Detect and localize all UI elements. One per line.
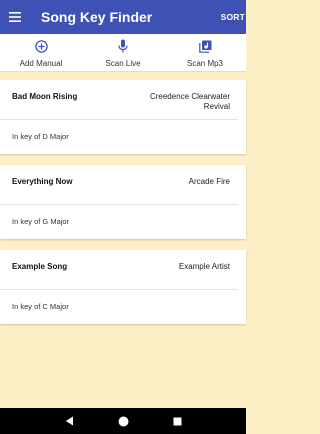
song-artist: Example Artist	[178, 262, 230, 271]
scan-live-label: Scan Live	[105, 59, 141, 68]
song-card[interactable]: Bad Moon Rising Creedence Clearwater Rev…	[0, 80, 246, 154]
song-card-header: Everything Now Arcade Fire	[0, 165, 238, 205]
home-icon[interactable]	[113, 411, 133, 431]
add-circle-icon	[34, 38, 48, 54]
song-title: Bad Moon Rising	[12, 92, 78, 101]
song-card-header: Bad Moon Rising Creedence Clearwater Rev…	[0, 80, 238, 120]
song-artist: Arcade Fire	[188, 177, 230, 186]
scan-live-button[interactable]: Scan Live	[82, 34, 164, 71]
scan-mp3-button[interactable]: Scan Mp3	[164, 34, 246, 71]
song-key: In key of C Major	[12, 302, 69, 311]
app-title: Song Key Finder	[41, 9, 153, 25]
song-card[interactable]: Everything Now Arcade Fire In key of G M…	[0, 165, 246, 239]
song-artist: Creedence Clearwater Revival	[149, 92, 230, 111]
song-title: Everything Now	[12, 177, 73, 186]
scan-mp3-label: Scan Mp3	[186, 59, 224, 68]
song-card[interactable]: Example Song Example Artist In key of C …	[0, 250, 246, 324]
system-nav-bar	[0, 408, 246, 434]
sort-button[interactable]: SORT	[221, 12, 245, 22]
song-card-header: Example Song Example Artist	[0, 250, 238, 290]
action-toolbar: Add Manual Scan Live Scan Mp3	[0, 34, 246, 72]
back-icon[interactable]	[59, 411, 79, 431]
microphone-icon	[118, 38, 128, 54]
add-manual-label: Add Manual	[19, 59, 63, 68]
song-key: In key of G Major	[12, 217, 70, 226]
song-title: Example Song	[12, 262, 68, 271]
hamburger-menu-icon[interactable]	[0, 0, 30, 34]
add-manual-button[interactable]: Add Manual	[0, 34, 82, 71]
app-bar: Song Key Finder SORT	[0, 0, 246, 34]
song-list: Bad Moon Rising Creedence Clearwater Rev…	[0, 80, 246, 335]
song-key: In key of D Major	[12, 132, 69, 141]
music-library-icon	[198, 38, 212, 54]
recents-icon[interactable]	[167, 411, 187, 431]
